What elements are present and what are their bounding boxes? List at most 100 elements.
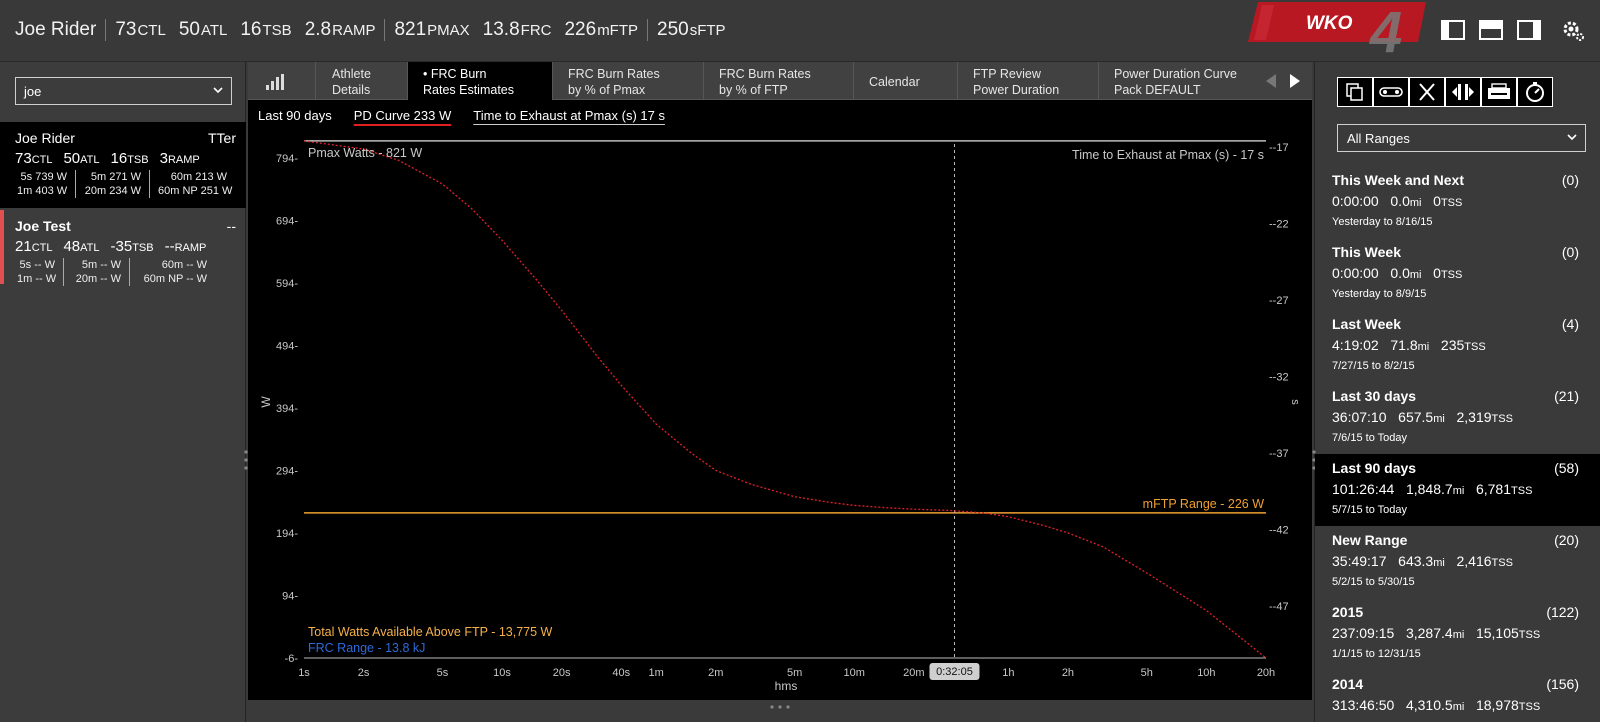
metric-frc: 13.8FRC xyxy=(482,19,552,40)
range-item-this-week-and-next[interactable]: This Week and Next (0) 0:00:00 0.0mi 0TS… xyxy=(1315,166,1600,238)
top-panel-icon[interactable] xyxy=(1478,18,1504,42)
range-dates: 7/6/15 to Today xyxy=(1332,432,1408,444)
range-dates: 5/2/15 to 5/30/15 xyxy=(1332,576,1415,588)
range-dates: 7/27/15 to 8/2/15 xyxy=(1332,360,1415,372)
range-summary: 101:26:44 1,848.7mi 6,781TSS xyxy=(1332,481,1533,497)
bottom-strip xyxy=(248,700,1312,722)
y2-tick-label: --47 xyxy=(1269,601,1289,613)
x-tick-label: 2h xyxy=(1062,667,1074,679)
y-tick-label: 794- xyxy=(276,153,298,165)
range-dates: Yesterday to 8/9/15 xyxy=(1332,288,1427,300)
svg-text:4: 4 xyxy=(1369,2,1402,54)
bike-icon xyxy=(1379,87,1403,97)
tab-scroll-left-icon[interactable] xyxy=(1264,73,1278,89)
y2-tick-label: --22 xyxy=(1269,219,1289,231)
range-toolbar xyxy=(1337,77,1553,107)
metric-ramp: 2.8RAMP xyxy=(304,19,376,40)
x-axis-label: hms xyxy=(775,679,798,693)
y2-tick-label: --32 xyxy=(1269,372,1289,384)
gear-icon[interactable] xyxy=(1560,18,1586,42)
tab-chart-picker[interactable] xyxy=(248,62,316,100)
x-tick-label: 20h xyxy=(1257,667,1275,679)
print-button[interactable] xyxy=(1481,77,1517,107)
y-tick-label: 394- xyxy=(276,403,298,415)
bottom-resize-handle[interactable] xyxy=(768,704,794,710)
range-title: 2015 xyxy=(1332,604,1364,620)
y2-tick-label: --27 xyxy=(1269,295,1289,307)
metric-ctl: 73CTL xyxy=(115,19,166,40)
range-item-last-30-days[interactable]: Last 30 days (21) 36:07:10 657.5mi 2,319… xyxy=(1315,382,1600,454)
printer-icon xyxy=(1488,83,1510,99)
y-axis-label: W xyxy=(259,396,273,408)
bar-chart-icon xyxy=(266,74,284,90)
left-panel-icon[interactable] xyxy=(1440,18,1466,42)
range-item-2014[interactable]: 2014 (156) 313:46:50 4,310.5mi 18,978TSS xyxy=(1315,670,1600,722)
metric-tsb: 16TSB xyxy=(240,19,292,40)
athlete-card-name: Joe Test xyxy=(15,218,71,234)
x-tick-label: 1m xyxy=(649,667,664,679)
range-item-last-week[interactable]: Last Week (4) 4:19:02 71.8mi 235TSS 7/27… xyxy=(1315,310,1600,382)
athlete-panel: joe Joe Rider TTer 73 CTL 50 ATL 16 TSB 3 RA… xyxy=(0,62,248,722)
x-tick-label: 2m xyxy=(708,667,723,679)
tab-frc-burn-pmax[interactable]: FRC Burn Rates by % of Pmax xyxy=(553,62,704,100)
x-tick-label: 10h xyxy=(1197,667,1215,679)
svg-text:WKO: WKO xyxy=(1306,13,1353,34)
range-item-this-week[interactable]: This Week (0) 0:00:00 0.0mi 0TSS Yesterd… xyxy=(1315,238,1600,310)
range-item-new-range[interactable]: New Range (20) 35:49:17 643.3mi 2,416TSS… xyxy=(1315,526,1600,598)
cross-button[interactable] xyxy=(1409,77,1445,107)
x-tick-label: 10m xyxy=(844,667,865,679)
athlete-card-joe-rider[interactable]: Joe Rider TTer 73 CTL 50 ATL 16 TSB 3 RAMP 5… xyxy=(0,122,246,208)
copy-button[interactable] xyxy=(1337,77,1373,107)
tab-athlete-details[interactable]: Athlete Details xyxy=(317,62,408,100)
range-summary: 35:49:17 643.3mi 2,416TSS xyxy=(1332,553,1513,569)
x-tick-label: 2s xyxy=(358,667,370,679)
x-tick-label: 5s xyxy=(437,667,449,679)
y2-axis-ticks: --17 --22 --27 --32 --37 --42 --47 xyxy=(1269,142,1289,613)
range-count: (4) xyxy=(1561,316,1579,332)
expand-button[interactable] xyxy=(1445,77,1481,107)
tab-calendar[interactable]: Calendar xyxy=(854,62,958,100)
athlete-card-stats: 21 CTL 48 ATL -35 TSB -- RAMP xyxy=(15,238,207,255)
tab-scroll-right-icon[interactable] xyxy=(1288,73,1302,89)
range-title: New Range xyxy=(1332,532,1408,548)
chart-tab-bar: Athlete Details • FRC Burn Rates Estimates… xyxy=(248,62,1312,100)
athlete-card-power: 5s 739 W 1m 403 W 5m 271 W 20m 234 W 60m 2… xyxy=(15,170,235,198)
header-metrics: Joe Rider 73CTL 50ATL 16TSB 2.8RAMP 821P… xyxy=(15,19,739,41)
y-tick-label: 194- xyxy=(276,528,298,540)
athlete-select[interactable]: joe xyxy=(15,77,232,105)
range-item-2015[interactable]: 2015 (122) 237:09:15 3,287.4mi 15,105TSS… xyxy=(1315,598,1600,670)
chevron-down-icon xyxy=(213,87,223,94)
tab-frc-burn-rates-estimates[interactable]: • FRC Burn Rates Estimates xyxy=(408,62,553,100)
range-summary: 36:07:10 657.5mi 2,319TSS xyxy=(1332,409,1513,425)
header-divider xyxy=(384,19,386,41)
range-filter-select[interactable]: All Ranges xyxy=(1337,124,1586,152)
bike-button[interactable] xyxy=(1373,77,1409,107)
frc-burn-chart[interactable]: -6-94-194-294-394-494-594-694-794- --17 -… xyxy=(248,100,1312,700)
range-summary: 313:46:50 4,310.5mi 18,978TSS xyxy=(1332,697,1541,713)
athlete-card-tag: TTer xyxy=(208,130,236,146)
stopwatch-button[interactable] xyxy=(1517,77,1553,107)
tab-frc-burn-ftp[interactable]: FRC Burn Rates by % of FTP xyxy=(704,62,854,100)
range-item-last-90-days[interactable]: Last 90 days (58) 101:26:44 1,848.7mi 6,… xyxy=(1315,454,1600,526)
athlete-card-joe-test[interactable]: Joe Test -- 21 CTL 48 ATL -35 TSB -- RAMP 5s… xyxy=(0,210,246,296)
range-filter-value: All Ranges xyxy=(1347,131,1410,146)
right-panel-icon[interactable] xyxy=(1516,18,1542,42)
range-count: (0) xyxy=(1561,244,1579,260)
y-axis-ticks: -6- 94- 194- 294- 394- 494- 594- 694- 794- xyxy=(276,153,298,665)
range-dates: 1/1/15 to 12/31/15 xyxy=(1332,648,1421,660)
header-divider xyxy=(105,19,107,41)
range-summary: 0:00:00 0.0mi 0TSS xyxy=(1332,265,1463,281)
range-title: Last 30 days xyxy=(1332,388,1417,404)
athlete-card-tag: -- xyxy=(226,218,236,234)
metric-pmax: 821PMAX xyxy=(394,19,470,40)
header-athlete-name: Joe Rider xyxy=(15,19,97,40)
tab-ftp-review[interactable]: FTP Review Power Duration xyxy=(958,62,1099,100)
total-watts-label: Total Watts Available Above FTP - 13,775… xyxy=(308,625,553,639)
y2-tick-label: --17 xyxy=(1269,142,1289,154)
y-tick-label: 594- xyxy=(276,278,298,290)
cursor-time-label: 0:32:05 xyxy=(936,666,973,678)
x-tick-label: 5m xyxy=(787,667,802,679)
range-summary: 4:19:02 71.8mi 235TSS xyxy=(1332,337,1486,353)
tab-power-duration-curve[interactable]: Power Duration Curve Pack DEFAULT xyxy=(1099,62,1262,100)
y2-tick-label: --37 xyxy=(1269,448,1289,460)
